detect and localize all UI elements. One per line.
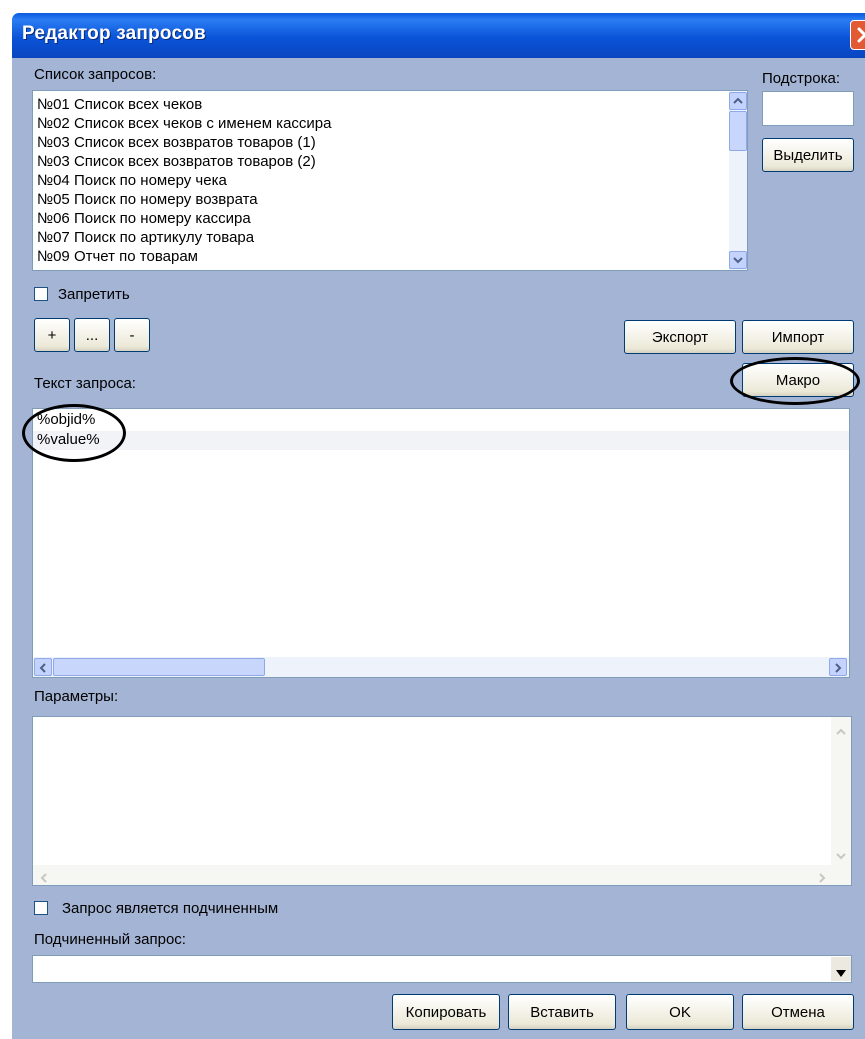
substring-label: Подстрока: — [762, 70, 841, 87]
macro-button[interactable]: Макро — [742, 363, 854, 397]
chevron-right-icon — [817, 870, 827, 887]
parameters-vscroll[interactable] — [831, 717, 851, 865]
query-line: %objid% — [37, 411, 96, 428]
subordinate-checkbox-label: Запрос является подчиненным — [62, 900, 279, 917]
dropdown-arrow-icon — [836, 965, 846, 982]
horizontal-scrollbar[interactable] — [33, 657, 849, 677]
forbid-label: Запретить — [58, 286, 130, 303]
chevron-down-icon — [836, 847, 846, 864]
query-list[interactable]: №01 Список всех чеков №02 Список всех че… — [32, 90, 748, 271]
chevron-up-icon — [836, 723, 846, 740]
query-text-editor[interactable]: %objid% %value% — [32, 408, 850, 678]
ok-button[interactable]: OK — [626, 994, 734, 1030]
parameters-grid[interactable] — [32, 716, 852, 886]
add-query-button[interactable]: + — [34, 318, 70, 352]
subordinate-select-label: Подчиненный запрос: — [34, 931, 186, 948]
title-bar[interactable]: Редактор запросов — [12, 13, 865, 58]
query-editor-window: Редактор запросов Список запросов: №01 С… — [0, 0, 865, 1039]
import-button[interactable]: Импорт — [742, 320, 854, 354]
list-item[interactable]: №06 Поиск по номеру кассира — [37, 209, 251, 228]
forbid-checkbox[interactable] — [34, 287, 48, 301]
substring-input[interactable] — [762, 91, 854, 126]
remove-query-button[interactable]: - — [114, 318, 150, 352]
scroll-up-button[interactable] — [729, 92, 747, 110]
list-item[interactable]: №03 Список всех возвратов товаров (1) — [37, 133, 316, 152]
scroll-thumb[interactable] — [729, 111, 747, 151]
chevron-left-icon — [39, 870, 49, 887]
list-item[interactable]: №03 Список всех возвратов товаров (2) — [37, 152, 316, 171]
current-line-highlight — [33, 431, 849, 450]
subordinate-select[interactable] — [32, 955, 852, 983]
list-item[interactable]: №01 Список всех чеков — [37, 95, 202, 114]
parameters-label: Параметры: — [34, 688, 119, 705]
close-button[interactable] — [850, 20, 865, 50]
dialog-body: Список запросов: №01 Список всех чеков №… — [12, 58, 865, 1039]
query-text-label: Текст запроса: — [34, 375, 136, 392]
select-button[interactable]: Выделить — [762, 138, 854, 172]
list-item[interactable]: №02 Список всех чеков с именем кассира — [37, 114, 331, 133]
dropdown-button[interactable] — [831, 957, 851, 981]
cancel-button[interactable]: Отмена — [742, 994, 854, 1030]
subordinate-checkbox[interactable] — [34, 901, 48, 915]
paste-button[interactable]: Вставить — [508, 994, 616, 1030]
edit-query-button[interactable]: ... — [74, 318, 110, 352]
scroll-left-button[interactable] — [34, 658, 52, 676]
query-list-label: Список запросов: — [34, 66, 157, 83]
scroll-thumb[interactable] — [53, 658, 265, 676]
list-item[interactable]: №05 Поиск по номеру возврата — [37, 190, 258, 209]
scroll-right-button[interactable] — [829, 658, 847, 676]
parameters-hscroll[interactable] — [33, 865, 851, 885]
window-title: Редактор запросов — [22, 23, 206, 44]
scroll-down-button[interactable] — [729, 251, 747, 269]
query-list-scrollbar[interactable] — [729, 91, 747, 270]
export-button[interactable]: Экспорт — [624, 320, 736, 354]
copy-button[interactable]: Копировать — [392, 994, 500, 1030]
list-item[interactable]: №09 Отчет по товарам — [37, 247, 198, 266]
list-item[interactable]: №04 Поиск по номеру чека — [37, 171, 227, 190]
list-item[interactable]: №07 Поиск по артикулу товара — [37, 228, 254, 247]
query-line: %value% — [37, 431, 100, 448]
